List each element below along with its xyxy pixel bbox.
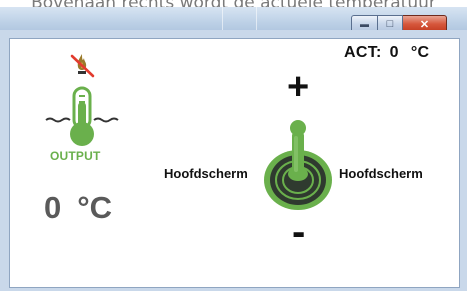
output-label: OUTPUT [50,149,101,163]
actual-temperature: ACT: 0 °C [344,44,429,62]
output-value: 0 [44,190,62,225]
increase-button[interactable]: + [287,68,309,106]
joystick-icon[interactable] [260,116,336,217]
window-left-edge [0,36,9,291]
right-screen-link[interactable]: Hoofdscherm [339,166,423,181]
minimize-icon: ▬ [360,19,369,29]
left-screen-link[interactable]: Hoofdscherm [164,166,248,181]
output-temperature: 0 °C [44,190,112,226]
close-icon: ✕ [419,18,430,31]
decrease-button[interactable]: - [292,212,305,252]
thermometer-icon [44,86,120,153]
output-unit: °C [77,190,113,225]
act-value: 0 [389,44,399,61]
no-flame-icon [66,50,98,87]
act-unit: °C [410,44,430,61]
maximize-icon: □ [386,18,394,30]
act-label: ACT: [344,44,382,61]
